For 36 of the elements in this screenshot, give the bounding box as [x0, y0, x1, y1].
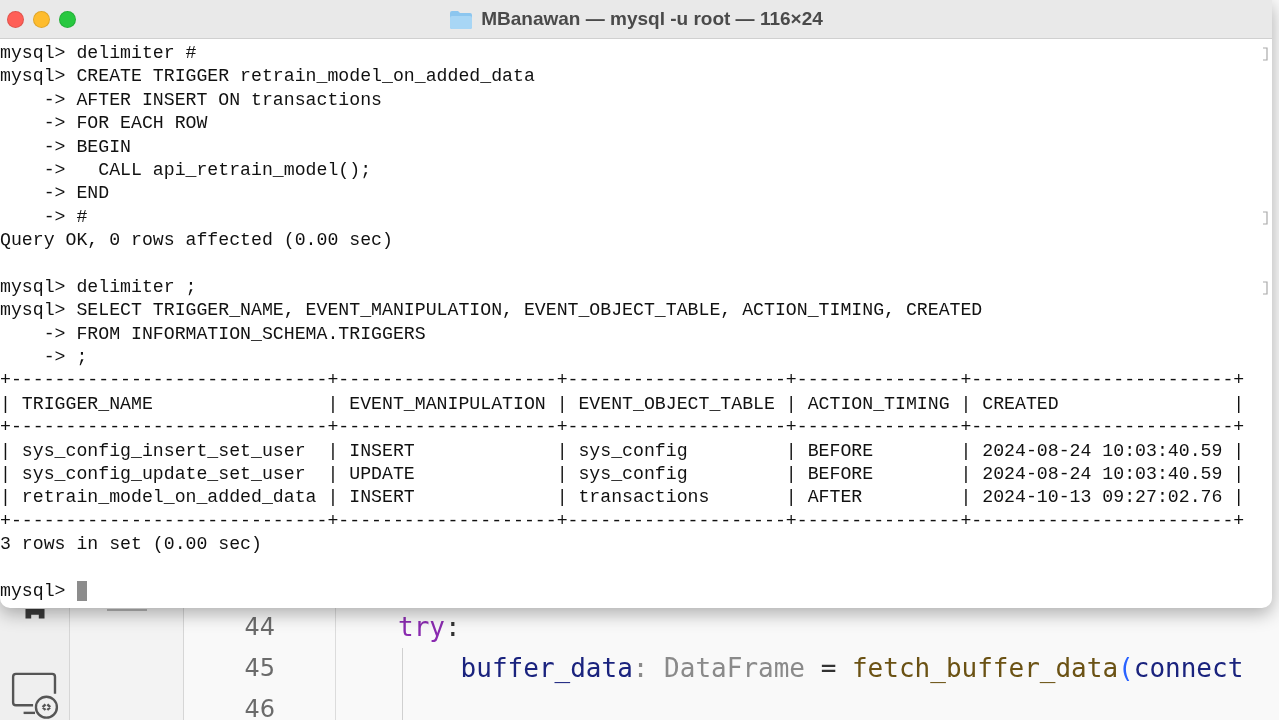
terminal-line: -> CALL api_retrain_model();: [42, 159, 372, 180]
terminal-line: mysql> SELECT TRIGGER_NAME, EVENT_MANIPULATION, EVENT_OBJECT_TABLE, ACTION_TIMING, CREATED: [0, 300, 983, 321]
line-number: 46: [244, 694, 275, 720]
code-line: try:: [398, 611, 462, 644]
zoom-button[interactable]: [59, 10, 76, 28]
line-number: 45: [244, 653, 275, 684]
terminal-line: mysql> delimiter #: [0, 43, 197, 63]
terminal-line: -> FROM INFORMATION_SCHEMA.TRIGGERS: [42, 323, 426, 344]
terminal-line: | sys_config_insert_set_user | INSERT | sys_config | BEFORE | 2024-08-24 10:03:40.59 |: [0, 440, 1245, 461]
terminal-line: | retrain_model_on_added_data | INSERT | transactions | AFTER | 2024-10-13 09:27:02.76 |: [0, 487, 1245, 508]
terminal-line: | TRIGGER_NAME | EVENT_MANIPULATION | EVENT_OBJECT_TABLE | ACTION_TIMING | CREATED |: [0, 393, 1245, 414]
mark-bracket-icon: [1263, 210, 1268, 225]
code-line: buffer_data: DataFrame = fetch_buffer_data(connect: [459, 652, 1245, 685]
minimize-button[interactable]: [33, 10, 50, 28]
terminal-line: -> BEGIN: [42, 136, 131, 157]
terminal-line: +-----------------------------+--------------------+--------------------+---------------+------------------------+: [0, 510, 1245, 531]
terminal-line: -> FOR EACH ROW: [42, 113, 208, 134]
terminal-line: 3 rows in set (0.00 sec): [0, 534, 262, 555]
window-title: MBanawan — mysql -u root — 116×24: [481, 8, 823, 30]
terminal-line: +-----------------------------+--------------------+--------------------+---------------+------------------------+: [0, 370, 1245, 391]
mark-bracket-icon: [1263, 47, 1268, 61]
terminal-line: -> #: [42, 206, 88, 227]
terminal-line: -> END: [42, 183, 110, 204]
mark-bracket-icon: [1263, 280, 1268, 295]
terminal-line: +-----------------------------+--------------------+--------------------+---------------+------------------------+: [0, 417, 1245, 438]
terminal-line: mysql> delimiter ;: [0, 276, 197, 297]
close-button[interactable]: [7, 10, 24, 28]
terminal-line: Query OK, 0 rows affected (0.00 sec): [0, 230, 393, 251]
line-number: 44: [244, 612, 275, 643]
terminal-line: mysql> CREATE TRIGGER retrain_model_on_added_data: [0, 66, 535, 87]
terminal-line: -> AFTER INSERT ON transactions: [42, 89, 382, 110]
folder-icon: [449, 9, 474, 29]
text-cursor: [76, 581, 87, 602]
terminal-line: | sys_config_update_set_user | UPDATE | sys_config | BEFORE | 2024-08-24 10:03:40.59 |: [0, 464, 1245, 485]
terminal-line: -> ;: [42, 347, 88, 368]
terminal-prompt: mysql>: [0, 581, 66, 601]
